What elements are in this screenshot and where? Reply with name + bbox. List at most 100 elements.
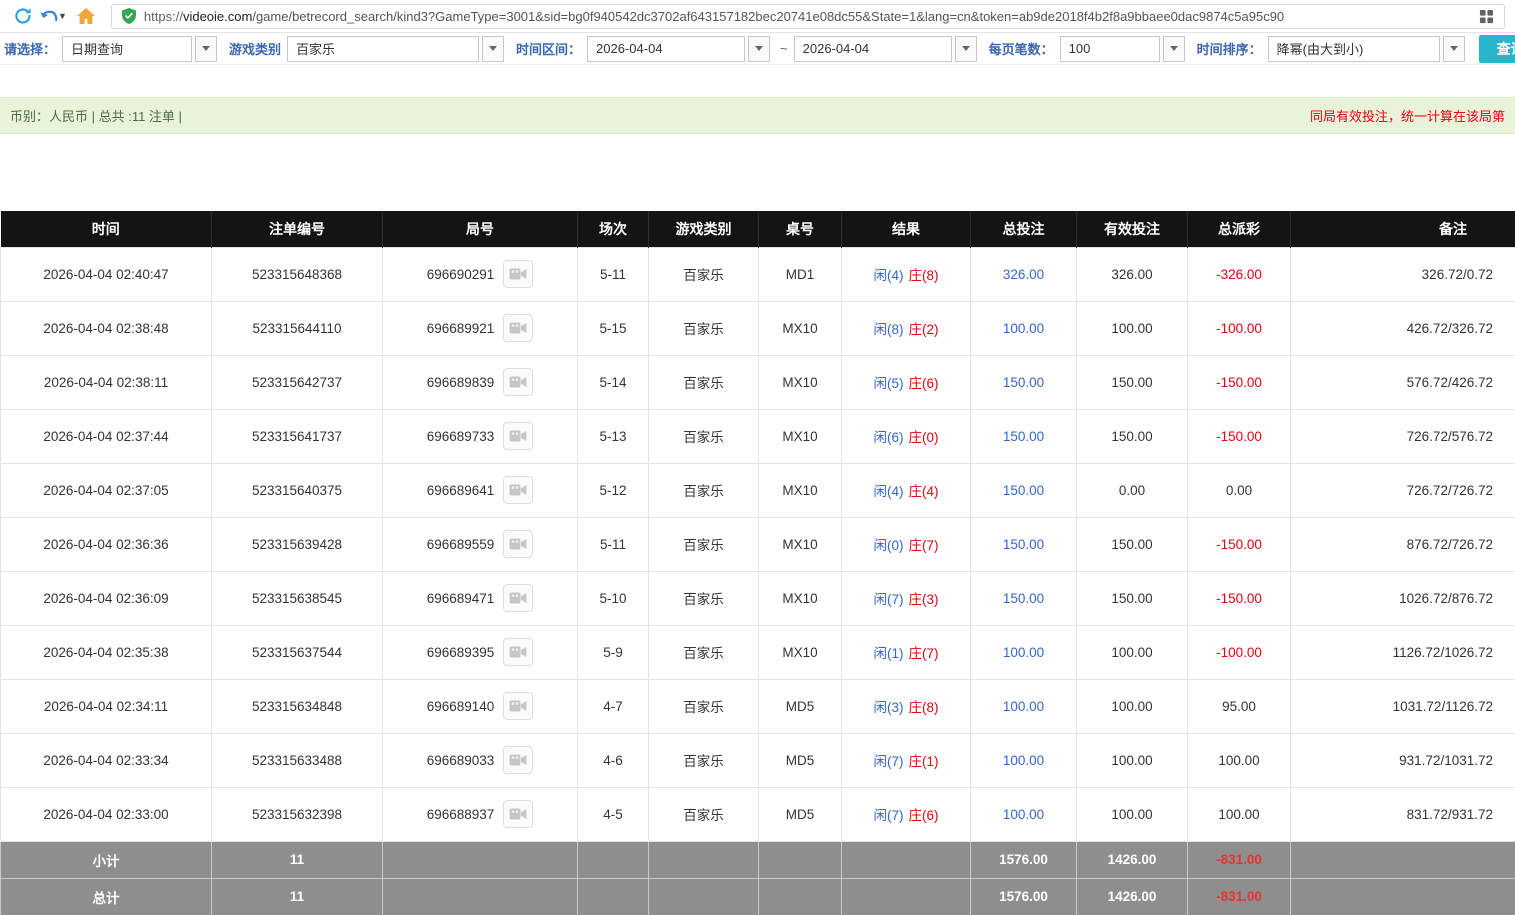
cell-valid-bet: 0.00 — [1076, 462, 1188, 518]
cell-remark: 1126.72/1026.72 — [1290, 624, 1515, 680]
cell-time: 2026-04-04 02:36:36 — [0, 516, 212, 572]
video-replay-button[interactable] — [503, 746, 534, 774]
cell-result: 闲(3) 庄(8) — [841, 678, 971, 734]
page-size-input[interactable] — [1059, 35, 1160, 62]
undo-menu-caret[interactable]: ▼ — [58, 11, 67, 21]
video-replay-button[interactable] — [503, 314, 534, 342]
total-count: 11 — [211, 877, 383, 915]
table-row: 2026-04-04 02:36:36 523315639428 6966895… — [0, 516, 1515, 572]
cell-valid-bet: 150.00 — [1076, 408, 1188, 464]
table-row: 2026-04-04 02:35:38 523315637544 6966893… — [0, 624, 1515, 680]
cell-table: MX10 — [758, 408, 842, 464]
cell-table: MD1 — [758, 246, 842, 302]
cell-session: 5-9 — [577, 624, 649, 680]
cell-result: 闲(0) 庄(7) — [841, 516, 971, 572]
sort-dropdown-button[interactable] — [1442, 35, 1465, 62]
cell-game-type: 百家乐 — [648, 300, 759, 356]
video-replay-button[interactable] — [503, 260, 534, 288]
game-type-label: 游戏类别 — [229, 42, 282, 57]
video-replay-button[interactable] — [503, 422, 534, 450]
cell-round: 696689140 — [382, 678, 578, 734]
table-row: 2026-04-04 02:36:09 523315638545 6966894… — [0, 570, 1515, 626]
cell-total-bet[interactable]: 100.00 — [970, 678, 1077, 734]
date-to-input[interactable] — [793, 35, 952, 62]
summary-info-bar: 币别：人民币 | 总共 :11 注单 | 同局有效投注，统一计算在该局第 — [0, 97, 1515, 134]
table-row: 2026-04-04 02:38:11 523315642737 6966898… — [0, 354, 1515, 410]
cell-total-bet[interactable]: 100.00 — [970, 786, 1077, 842]
subtotal-label: 小计 — [0, 840, 212, 879]
round-number: 696689140 — [426, 698, 495, 714]
page-size-label: 每页笔数： — [988, 42, 1054, 57]
header-payout: 总派彩 — [1187, 211, 1291, 247]
cell-game-type: 百家乐 — [648, 354, 759, 410]
round-number: 696689733 — [426, 428, 495, 444]
page-size-dropdown-button[interactable] — [1162, 35, 1185, 62]
cell-game-type: 百家乐 — [648, 462, 759, 518]
cell-total-bet[interactable]: 100.00 — [970, 732, 1077, 788]
refresh-button[interactable] — [10, 3, 36, 29]
video-replay-button[interactable] — [503, 692, 534, 720]
video-replay-button[interactable] — [503, 476, 534, 504]
video-replay-icon — [509, 268, 527, 280]
result-player: 闲(4) — [873, 268, 904, 283]
cell-total-bet[interactable]: 150.00 — [970, 354, 1077, 410]
subtotal-count: 11 — [211, 840, 383, 879]
cell-payout: -326.00 — [1187, 246, 1291, 302]
cell-round: 696689641 — [382, 462, 578, 518]
cell-payout: 95.00 — [1187, 678, 1291, 734]
date-from-input[interactable] — [587, 35, 746, 62]
video-replay-icon — [509, 700, 527, 712]
date-from-combo — [587, 35, 771, 62]
address-bar[interactable]: https://videoie.com/game/betrecord_searc… — [110, 3, 1505, 29]
cell-total-bet[interactable]: 150.00 — [970, 516, 1077, 572]
cell-valid-bet: 150.00 — [1076, 354, 1188, 410]
video-replay-button[interactable] — [503, 530, 534, 558]
cell-game-type: 百家乐 — [648, 246, 759, 302]
cell-total-bet[interactable]: 150.00 — [970, 570, 1077, 626]
result-banker: 庄(3) — [908, 592, 939, 607]
video-replay-button[interactable] — [503, 584, 534, 612]
round-number: 696690291 — [426, 266, 495, 282]
query-type-dropdown-button[interactable] — [195, 35, 218, 62]
cell-result: 闲(7) 庄(6) — [841, 786, 971, 842]
video-replay-icon — [509, 808, 527, 820]
game-type-dropdown-button[interactable] — [482, 35, 505, 62]
refresh-icon — [15, 8, 31, 24]
table-header-row: 时间 注单编号 局号 场次 游戏类别 桌号 结果 总投注 有效投注 总派彩 备注 — [0, 211, 1515, 247]
chevron-down-icon — [1449, 46, 1458, 51]
video-replay-icon — [509, 538, 527, 550]
video-replay-button[interactable] — [503, 368, 534, 396]
header-result: 结果 — [841, 211, 971, 247]
video-replay-button[interactable] — [503, 800, 534, 828]
game-type-input[interactable] — [287, 35, 480, 62]
cell-payout: -150.00 — [1187, 570, 1291, 626]
home-button[interactable] — [73, 3, 99, 29]
subtotal-row: 小计 11 1576.00 1426.00 -831.00 — [0, 840, 1515, 879]
grid-icon[interactable] — [1479, 9, 1494, 24]
date-to-dropdown-button[interactable] — [954, 35, 977, 62]
cell-round: 696688937 — [382, 786, 578, 842]
query-type-input[interactable] — [62, 35, 193, 62]
cell-bet-id: 523315633488 — [211, 732, 383, 788]
cell-total-bet[interactable]: 150.00 — [970, 462, 1077, 518]
cell-time: 2026-04-04 02:40:47 — [0, 246, 212, 302]
url-scheme: https:// — [143, 8, 183, 24]
cell-session: 5-11 — [577, 246, 649, 302]
cell-payout: 100.00 — [1187, 732, 1291, 788]
cell-total-bet[interactable]: 100.00 — [970, 300, 1077, 356]
sort-combo — [1267, 35, 1465, 62]
date-from-dropdown-button[interactable] — [748, 35, 771, 62]
cell-total-bet[interactable]: 150.00 — [970, 408, 1077, 464]
cell-valid-bet: 150.00 — [1076, 570, 1188, 626]
cell-total-bet[interactable]: 100.00 — [970, 624, 1077, 680]
cell-payout: -100.00 — [1187, 300, 1291, 356]
cell-total-bet[interactable]: 326.00 — [970, 246, 1077, 302]
video-replay-button[interactable] — [503, 638, 534, 666]
cell-payout: 100.00 — [1187, 786, 1291, 842]
round-number: 696689641 — [426, 482, 495, 498]
total-total-bet: 1576.00 — [970, 877, 1077, 915]
sort-input[interactable] — [1267, 35, 1440, 62]
search-button[interactable]: 查询 — [1478, 34, 1515, 63]
chevron-down-icon — [961, 46, 970, 51]
cell-table: MX10 — [758, 570, 842, 626]
